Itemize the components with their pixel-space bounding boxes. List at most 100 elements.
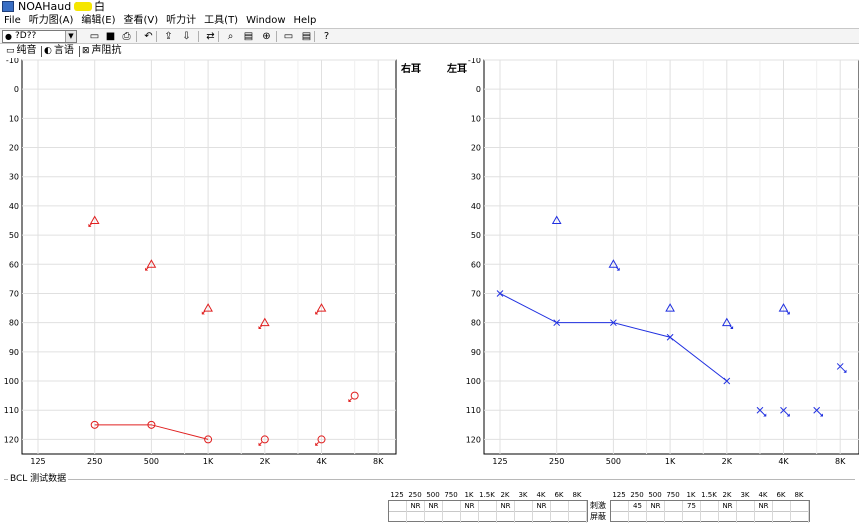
bcl-divider: [4, 479, 855, 480]
bcl-right-cell[interactable]: NR: [461, 501, 479, 512]
menu-item-4[interactable]: 听力计: [162, 14, 200, 28]
save-icon[interactable]: ■: [104, 30, 117, 43]
bcl-right-cell[interactable]: [515, 501, 533, 512]
bcl-left-cell[interactable]: [683, 512, 701, 523]
bcl-left-cell[interactable]: NR: [647, 501, 665, 512]
bcl-right-cell[interactable]: NR: [407, 501, 425, 512]
bcl-right-cell[interactable]: [569, 512, 587, 523]
bcl-left-cell[interactable]: [773, 512, 791, 523]
bcl-right-grid[interactable]: NR NR NR NR NR: [388, 500, 588, 523]
menu-item-7[interactable]: Help: [290, 14, 321, 28]
bcl-right-cell[interactable]: [569, 501, 587, 512]
bcl-right-cell[interactable]: [479, 512, 497, 523]
bcl-right-cell[interactable]: [389, 501, 407, 512]
chevron-down-icon[interactable]: ▼: [65, 31, 76, 42]
bcl-left-cell[interactable]: [701, 512, 719, 523]
y-tick-label: 90: [9, 348, 19, 357]
bcl-right-cell[interactable]: [407, 512, 425, 523]
bcl-right-cell[interactable]: [461, 512, 479, 523]
bcl-left-cell[interactable]: [755, 512, 773, 523]
bcl-right-cell[interactable]: NR: [425, 501, 443, 512]
window-title: NOAHaud 3: [18, 0, 82, 13]
bcl-left-cell[interactable]: 75: [683, 501, 701, 512]
bcl-left-freq-6: 2K: [722, 491, 732, 499]
bcl-left-cell[interactable]: NR: [719, 501, 737, 512]
bcl-right-cell[interactable]: [551, 512, 569, 523]
bcl-right-cell[interactable]: [443, 501, 461, 512]
swap-ears-icon[interactable]: ⇄: [204, 30, 217, 43]
bcl-left-cell[interactable]: NR: [755, 501, 773, 512]
bcl-left-cell[interactable]: [611, 501, 629, 512]
bcl-right-cell[interactable]: [389, 512, 407, 523]
title-bar: NOAHaud 3 白: [0, 0, 859, 14]
menu-item-5[interactable]: 工具(T): [200, 14, 242, 28]
view-two-icon[interactable]: ▤: [300, 30, 313, 43]
bcl-left-cell[interactable]: [719, 512, 737, 523]
bcl-left-grid[interactable]: 45 NR 75 NR NR: [610, 500, 810, 523]
y-tick-label: 50: [9, 231, 19, 240]
bcl-right-cell[interactable]: [533, 512, 551, 523]
bcl-left-cell[interactable]: [665, 512, 683, 523]
y-tick-label: 0: [476, 85, 481, 94]
bcl-right-cell[interactable]: NR: [533, 501, 551, 512]
y-tick-label: 20: [471, 144, 481, 153]
right-ear-audiogram[interactable]: -10 0 10 20 30 40 50 60 70 80 90 100 110 120 125 250 500…: [0, 58, 400, 468]
new-icon[interactable]: ▭: [88, 30, 101, 43]
bcl-left-cell[interactable]: 45: [629, 501, 647, 512]
bcl-left-cell[interactable]: [737, 501, 755, 512]
bcl-left-cell[interactable]: [737, 512, 755, 523]
bcl-right-cell[interactable]: [479, 501, 497, 512]
left-ear-audiogram[interactable]: -10 0 10 20 30 40 50 60 70 80 90 100 110 120 125 250 500…: [455, 58, 859, 468]
bcl-right-cell[interactable]: [515, 512, 533, 523]
help-icon[interactable]: ?: [320, 30, 333, 43]
plot-frame: [21, 59, 397, 455]
tab-divider: [79, 46, 80, 57]
print-icon[interactable]: ⎙: [120, 30, 133, 43]
bcl-left-cell[interactable]: [611, 512, 629, 523]
import-icon[interactable]: ⇩: [180, 30, 193, 43]
toolbar-separator: [136, 31, 137, 42]
x-tick-label: 4K: [316, 457, 327, 466]
y-tick-label: 110: [4, 406, 19, 415]
bcl-left-cell[interactable]: [665, 501, 683, 512]
bcl-left-cell[interactable]: [629, 512, 647, 523]
undo-icon[interactable]: ↶: [142, 30, 155, 43]
toolbar-separator: [156, 31, 157, 42]
bcl-left-cell[interactable]: [647, 512, 665, 523]
menu-item-3[interactable]: 查看(V): [120, 14, 163, 28]
x-tick-label: 4K: [778, 457, 789, 466]
y-tick-label: 70: [471, 289, 481, 298]
bcl-right-cell[interactable]: [443, 512, 461, 523]
zoom-icon[interactable]: ⌕: [224, 30, 237, 43]
bcl-left-cell[interactable]: [791, 512, 809, 523]
bcl-left-cell[interactable]: [791, 501, 809, 512]
bcl-left-cell[interactable]: [773, 501, 791, 512]
bcl-left-freq-8: 4K: [758, 491, 768, 499]
tab-speech[interactable]: ◐ 言语: [44, 44, 74, 58]
view-one-icon[interactable]: ▭: [282, 30, 295, 43]
compare-icon[interactable]: ▤: [242, 30, 255, 43]
bcl-left-cell[interactable]: [701, 501, 719, 512]
menu-item-2[interactable]: 编辑(E): [77, 14, 119, 28]
bcl-left-freq-header: 125 250 500 750 1K 1.5K 2K 3K 4K 6K 8K: [610, 491, 810, 500]
bcl-right-cell[interactable]: [551, 501, 569, 512]
tab-pure-tone[interactable]: ▭ 纯音: [6, 44, 37, 58]
row-label-masking: 屏蔽: [590, 512, 606, 521]
menu-item-6[interactable]: Window: [242, 14, 289, 28]
bcl-right-freq-8: 4K: [536, 491, 546, 499]
menu-item-0[interactable]: File: [0, 14, 25, 28]
bcl-right-cell[interactable]: [425, 512, 443, 523]
y-tick-label: 60: [471, 260, 481, 269]
bcl-right-row2: [389, 512, 587, 523]
y-tick-label: 40: [471, 202, 481, 211]
tab-impedance[interactable]: ⊠ 声阻抗: [82, 44, 122, 58]
session-combo[interactable]: ● ?D?? ▼: [2, 30, 77, 43]
bcl-right-cell[interactable]: NR: [497, 501, 515, 512]
window-title-suffix: 白: [94, 0, 105, 13]
magnify-icon[interactable]: ⊕: [260, 30, 273, 43]
menu-item-1[interactable]: 听力图(A): [25, 14, 78, 28]
tab-pure-tone-icon: ▭: [6, 46, 15, 56]
bcl-left-row2: [611, 512, 809, 523]
bcl-right-cell[interactable]: [497, 512, 515, 523]
export-icon[interactable]: ⇪: [162, 30, 175, 43]
